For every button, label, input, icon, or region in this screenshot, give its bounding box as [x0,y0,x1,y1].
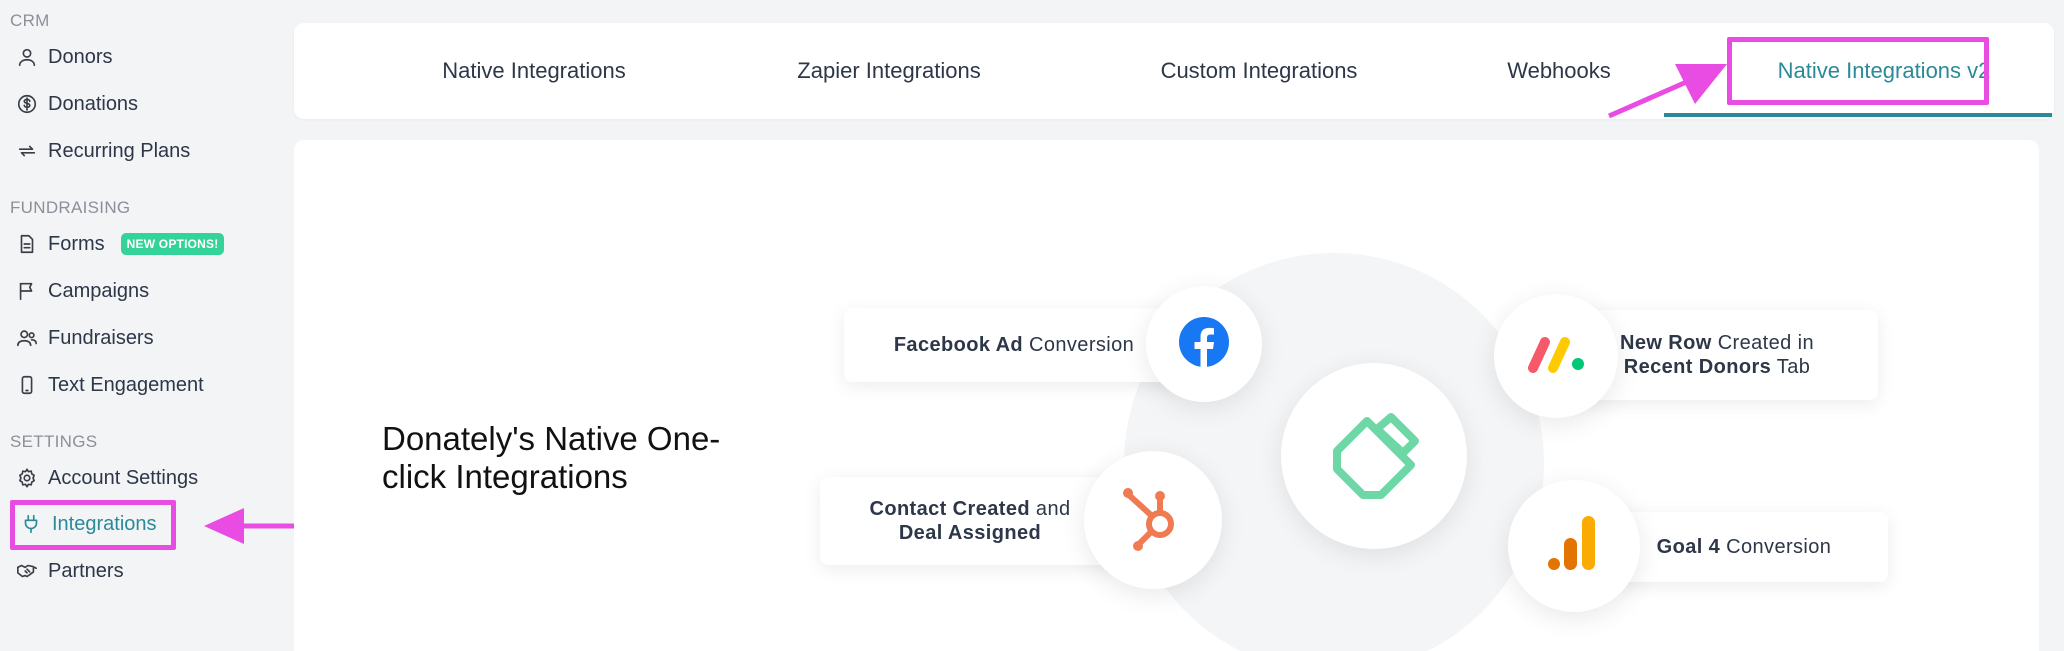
sidebar-item-donations[interactable]: Donations [16,84,138,124]
section-label-settings: SETTINGS [10,432,98,451]
tab-native-integrations-v2[interactable]: Native Integrations v2 [1734,23,2034,119]
facebook-ad-conversion-card: Facebook Ad Conversion [844,308,1184,382]
section-label-crm: CRM [10,11,50,30]
sidebar-item-account-settings[interactable]: Account Settings [16,458,198,498]
hubspot-contact-deal-card: Contact Created and Deal Assigned [820,477,1120,565]
sidebar-item-fundraisers[interactable]: Fundraisers [16,318,154,358]
users-icon [16,327,38,349]
sidebar-item-label: Text Engagement [48,373,204,396]
sidebar-item-label: Integrations [52,512,157,535]
sidebar-item-recurring-plans[interactable]: Recurring Plans [16,131,190,171]
repeat-icon [16,140,38,162]
user-icon [16,46,38,68]
donately-logo-circle [1281,363,1467,549]
active-tab-underline [1664,113,2052,117]
sidebar-item-label: Donors [48,45,113,68]
hubspot-card-text: Contact Created and Deal Assigned [869,498,1071,544]
section-label-fundraising: FUNDRAISING [10,198,131,217]
goal-4-conversion-card: Goal 4 Conversion [1600,512,1888,582]
sidebar-item-label: Fundraisers [48,326,154,349]
sidebar-item-label: Donations [48,92,139,115]
flag-icon [16,280,38,302]
monday-icon [1525,334,1587,379]
sidebar-item-label: Partners [48,559,124,582]
tab-zapier-integrations[interactable]: Zapier Integrations [734,23,1044,119]
hubspot-icon [1118,482,1188,559]
facebook-icon [1178,316,1230,373]
tab-custom-integrations[interactable]: Custom Integrations [1094,23,1424,119]
donately-logo-icon [1319,409,1429,504]
sidebar-item-label: Forms [48,232,105,255]
sidebar-item-forms[interactable]: Forms NEW OPTIONS! [16,224,225,264]
dollar-circle-icon [16,93,38,115]
integrations-tab-bar: Native Integrations Zapier Integrations … [294,23,2054,119]
plug-icon [20,513,42,535]
sidebar-item-text-engagement[interactable]: Text Engagement [16,365,204,405]
sidebar-item-partners[interactable]: Partners [16,551,124,591]
facebook-circle [1146,286,1262,402]
sidebar-item-label: Account Settings [48,466,199,489]
monday-card-text: New Row Created in Recent Donors Tab [1620,332,1814,378]
mobile-icon [16,374,38,396]
sidebar-item-campaigns[interactable]: Campaigns [16,271,149,311]
page-title: Donately's Native One-click Integrations [382,420,721,495]
google-analytics-icon [1546,514,1602,579]
sidebar-item-label: Campaigns [48,279,150,302]
sidebar: CRM Donors Donations Recurring Plans FUN… [0,0,290,651]
analytics-card-text: Goal 4 Conversion [1656,536,1832,558]
handshake-icon [16,560,38,582]
sidebar-item-donors[interactable]: Donors [16,37,112,77]
monday-circle [1494,294,1618,418]
gear-icon [16,467,38,489]
google-analytics-circle [1508,480,1640,612]
document-icon [16,233,38,255]
tab-native-integrations[interactable]: Native Integrations [364,23,704,119]
facebook-card-text: Facebook Ad Conversion [893,334,1135,356]
sidebar-item-integrations[interactable]: Integrations [20,504,157,544]
tab-webhooks[interactable]: Webhooks [1454,23,1664,119]
sidebar-item-label: Recurring Plans [48,139,191,162]
hubspot-circle [1084,451,1222,589]
new-options-badge: NEW OPTIONS! [120,233,225,255]
